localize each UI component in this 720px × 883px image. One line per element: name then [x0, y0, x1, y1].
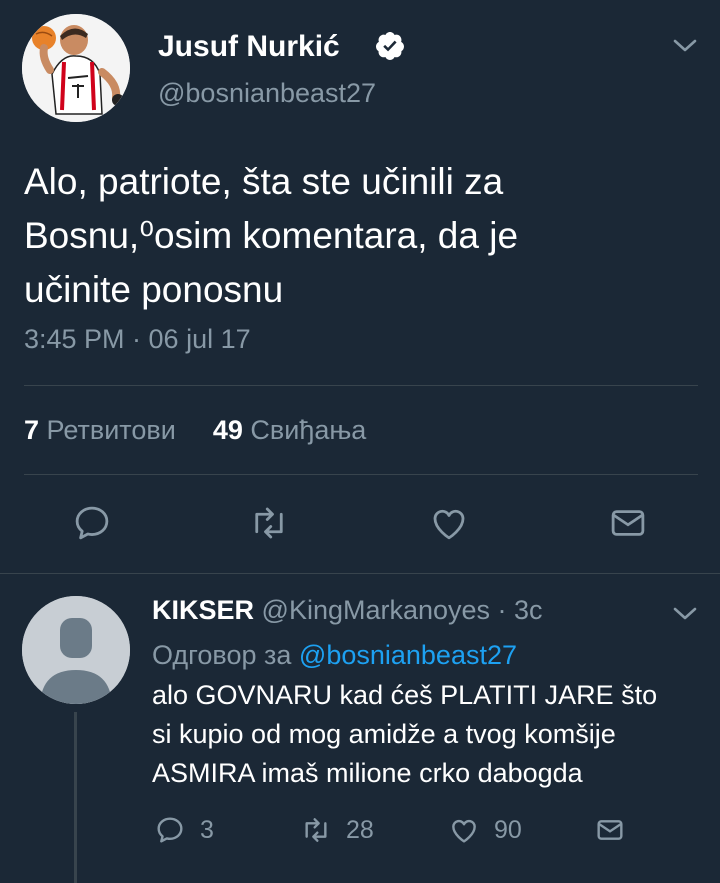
reply-message-action[interactable]	[594, 814, 640, 846]
divider	[0, 573, 720, 574]
reply-retweet-action[interactable]: 28	[300, 814, 374, 846]
retweet-count: 28	[346, 815, 374, 844]
divider	[24, 385, 698, 386]
likes-stat[interactable]: 49 Свиђања	[213, 415, 366, 445]
likes-count: 49	[212, 415, 243, 445]
author-handle[interactable]: @bosnianbeast27	[158, 78, 376, 109]
reply-author-avatar[interactable]	[22, 596, 130, 704]
message-icon[interactable]	[607, 502, 649, 544]
replying-to-mention[interactable]: @bosnianbeast27	[299, 640, 517, 670]
reply-text: alo GOVNARU kad ćeš PLATITI JARE što si …	[152, 680, 658, 788]
chevron-down-icon[interactable]	[672, 604, 698, 624]
reply-icon	[157, 817, 183, 843]
verified-badge-icon	[374, 30, 406, 62]
reply-icon[interactable]	[71, 502, 113, 544]
retweet-icon	[305, 818, 327, 842]
replying-to: Одговор за @bosnianbeast27	[152, 640, 517, 671]
author-avatar[interactable]	[22, 14, 130, 122]
tweet-timestamp: 3:45 PM · 06 jul 17	[24, 324, 251, 354]
chevron-down-icon[interactable]	[672, 36, 698, 56]
like-icon	[452, 819, 476, 843]
reply-header: KIKSER @KingMarkanoyes · 3с	[152, 595, 543, 626]
retweets-count: 7	[24, 415, 40, 445]
reply-count: 3	[200, 815, 214, 844]
like-icon[interactable]	[428, 502, 470, 544]
reply-reply-action[interactable]: 3	[154, 814, 214, 846]
tweet-text: Alo, patriote, šta ste učinili za Bosnu,…	[24, 161, 519, 310]
likes-label: Свиђања	[250, 415, 367, 445]
reply-like-action[interactable]: 90	[448, 814, 522, 846]
divider	[24, 474, 698, 475]
author-name[interactable]: Jusuf Nurkić	[158, 30, 340, 64]
like-count: 90	[494, 815, 522, 844]
reply-handle-time[interactable]: @KingMarkanoyes · 3с	[262, 595, 543, 625]
retweets-stat[interactable]: 7 Ретвитови	[24, 415, 176, 445]
retweets-label: Ретвитови	[46, 415, 176, 445]
retweet-icon[interactable]	[248, 502, 290, 544]
replying-to-label: Одговор за	[152, 640, 292, 670]
thread-line	[74, 712, 77, 883]
message-icon	[597, 820, 623, 840]
reply-author-name[interactable]: KIKSER	[152, 595, 254, 625]
tweet-stats: 7 Ретвитови 49 Свиђања	[24, 415, 366, 446]
